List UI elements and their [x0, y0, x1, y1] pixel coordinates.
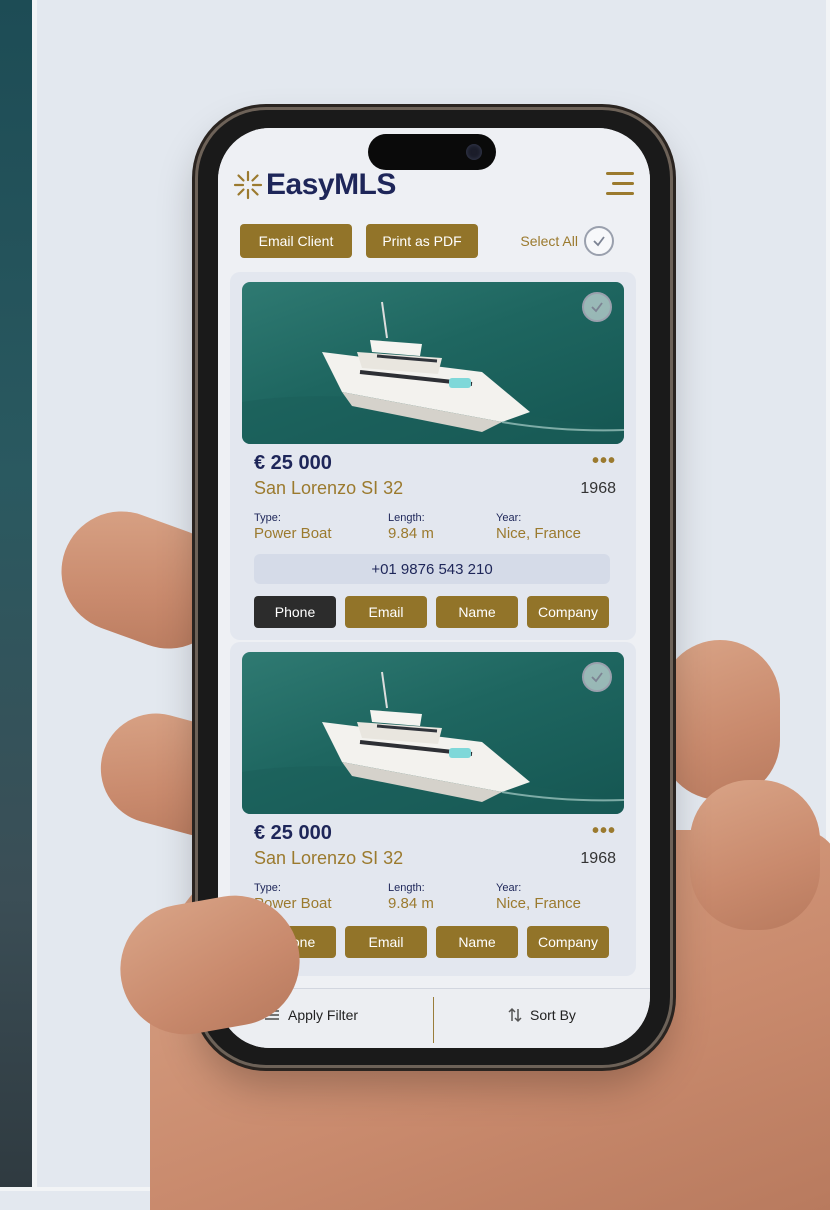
name-button[interactable]: Name [436, 596, 518, 628]
listing-year: 1968 [580, 480, 616, 497]
app-logo[interactable]: EasyMLS [232, 168, 396, 202]
contact-actions: Phone Email Name Company [254, 926, 610, 958]
phone-button[interactable]: Phone [254, 596, 336, 628]
select-all-toggle[interactable]: Select All [520, 226, 614, 256]
listing-price: € 25 000 [254, 452, 332, 474]
listing-name: San Lorenzo SI 32 [254, 848, 404, 868]
email-button[interactable]: Email [345, 926, 427, 958]
contact-actions: Phone Email Name Company [254, 596, 610, 628]
check-circle-icon[interactable] [582, 292, 612, 322]
sort-by-button[interactable]: Sort By [508, 1007, 576, 1023]
listing-year: 1968 [580, 850, 616, 867]
listing-price: € 25 000 [254, 822, 332, 844]
toolbar: Email Client Print as PDF Select All [240, 224, 632, 260]
apply-filter-button[interactable]: Apply Filter [264, 1007, 358, 1023]
print-pdf-button[interactable]: Print as PDF [366, 224, 478, 258]
select-all-label: Select All [520, 233, 578, 249]
check-circle-icon[interactable] [582, 662, 612, 692]
divider [433, 997, 434, 1043]
listing-card: € 25 000 ••• San Lorenzo SI 32 1968 Type… [230, 642, 636, 976]
hamburger-icon[interactable] [606, 172, 634, 196]
location-label: Year: [496, 512, 522, 524]
type-value: Power Boat [254, 525, 332, 542]
sort-by-label: Sort By [530, 1007, 576, 1023]
phone-number-display[interactable]: +01 9876 543 210 [254, 554, 610, 584]
yacht-photo [242, 652, 624, 814]
more-dots-icon[interactable]: ••• [592, 450, 616, 473]
sparkle-logo-icon [232, 169, 264, 201]
length-label: Length: [388, 512, 425, 524]
location-label: Year: [496, 882, 522, 894]
listing-name: San Lorenzo SI 32 [254, 478, 404, 498]
logo-text: EasyMLS [266, 168, 396, 201]
email-button[interactable]: Email [345, 596, 427, 628]
hand-finger [690, 780, 820, 930]
type-label: Type: [254, 512, 281, 524]
email-client-button[interactable]: Email Client [240, 224, 352, 258]
hand-finger [660, 640, 780, 800]
length-label: Length: [388, 882, 425, 894]
sort-icon [508, 1007, 522, 1023]
type-label: Type: [254, 882, 281, 894]
apply-filter-label: Apply Filter [288, 1007, 359, 1023]
more-dots-icon[interactable]: ••• [592, 820, 616, 843]
phone-screen: EasyMLS Email Client Print as PDF Select… [218, 128, 650, 1048]
location-value: Nice, France [496, 525, 582, 542]
dynamic-island [368, 134, 496, 170]
background-strip [0, 0, 37, 1191]
company-button[interactable]: Company [527, 596, 609, 628]
listing-card: € 25 000 ••• San Lorenzo SI 32 1968 Type… [230, 272, 636, 640]
length-value: 9.84 m [388, 525, 434, 542]
yacht-photo [242, 282, 624, 444]
company-button[interactable]: Company [527, 926, 609, 958]
length-value: 9.84 m [388, 895, 434, 912]
name-button[interactable]: Name [436, 926, 518, 958]
location-value: Nice, France [496, 895, 582, 912]
check-circle-icon [584, 226, 614, 256]
